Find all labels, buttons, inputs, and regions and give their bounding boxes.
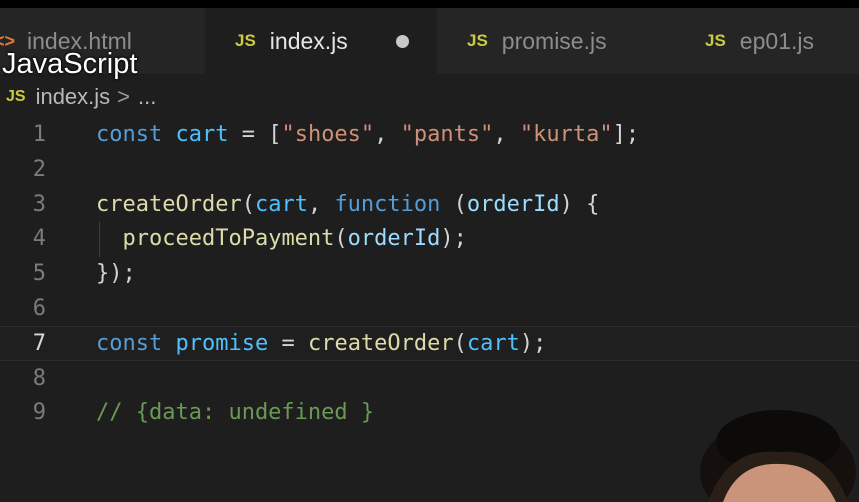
code-token: ];	[612, 122, 640, 147]
breadcrumb: JS index.js > ...	[6, 84, 156, 110]
line-number: 1	[32, 122, 46, 147]
tab-label: index.js	[269, 27, 348, 54]
tab-index-js[interactable]: JS index.js	[205, 8, 437, 74]
code-token: (	[241, 191, 255, 217]
code-token: cart	[175, 122, 229, 147]
tab-label: ep01.js	[739, 27, 814, 54]
line-number: 8	[32, 365, 46, 391]
code-text: });	[96, 256, 136, 291]
code-line[interactable]: 6	[0, 291, 859, 326]
line-number: 9	[32, 400, 46, 426]
code-token: promise	[175, 330, 269, 356]
code-text: proceedToPayment(orderId);	[96, 221, 467, 256]
tab-promise-js[interactable]: JS promise.js	[437, 8, 675, 74]
code-token: );	[440, 226, 467, 252]
code-text: const promise = createOrder(cart);	[96, 326, 546, 361]
code-token: createOrder	[96, 191, 242, 217]
code-token: proceedToPayment	[122, 226, 335, 252]
code-token: orderId	[347, 226, 441, 252]
line-number: 7	[32, 330, 46, 356]
code-token: ,	[493, 122, 520, 147]
code-text: createOrder(cart, function (orderId) {	[96, 187, 599, 222]
code-token: "pants"	[400, 122, 494, 147]
code-token: const	[96, 122, 176, 147]
presenter-webcam-image	[700, 410, 856, 502]
chevron-right-icon: >	[117, 84, 131, 109]
code-token: (	[334, 226, 348, 252]
code-token: ) {	[559, 191, 600, 217]
code-token: cart	[254, 191, 308, 217]
js-file-icon: JS	[467, 31, 488, 50]
line-number: 3	[32, 191, 46, 217]
code-token: = [	[228, 122, 282, 147]
unsaved-changes-dot-icon[interactable]	[395, 34, 409, 48]
code-token: createOrder	[307, 330, 454, 356]
code-line[interactable]: 7 const promise = createOrder(cart);	[0, 325, 859, 361]
code-token: =	[268, 330, 308, 356]
code-token: "kurta"	[519, 122, 613, 147]
code-token: orderId	[466, 191, 560, 217]
code-token: (	[453, 330, 467, 356]
window-top-strip	[0, 0, 859, 8]
code-line[interactable]: 3 createOrder(cart, function (orderId) {	[0, 187, 859, 222]
tab-ep01-js[interactable]: JS ep01.js	[675, 8, 859, 74]
breadcrumb-more[interactable]: ...	[138, 84, 156, 110]
code-line[interactable]: 8	[0, 361, 859, 396]
code-token: "shoes"	[281, 122, 375, 147]
code-token: ,	[307, 191, 335, 217]
code-text: const cart = ["shoes", "pants", "kurta"]…	[96, 117, 639, 152]
code-token: (	[453, 191, 467, 217]
code-token: );	[519, 330, 547, 356]
code-token: cart	[466, 330, 520, 356]
js-file-icon: JS	[6, 88, 26, 105]
code-line[interactable]: 5});	[0, 256, 859, 291]
code-token: const	[96, 330, 176, 356]
code-line[interactable]: 1 const cart = ["shoes", "pants", "kurta"…	[0, 117, 859, 152]
code-token: ,	[374, 122, 401, 147]
code-text: // {data: undefined }	[96, 395, 374, 430]
js-file-icon: JS	[235, 31, 256, 50]
line-number: 4	[32, 226, 46, 252]
tab-label: promise.js	[501, 27, 607, 54]
code-token: function	[334, 191, 454, 217]
code-token: // {data: undefined }	[96, 400, 375, 426]
line-number: 2	[32, 156, 46, 182]
code-line[interactable]: 4 proceedToPayment(orderId);	[0, 221, 859, 256]
line-number: 5	[32, 261, 46, 287]
video-caption-overlay: JavaScript	[2, 48, 138, 80]
breadcrumb-file[interactable]: index.js	[36, 84, 111, 110]
code-token: });	[96, 261, 136, 287]
code-line[interactable]: 2	[0, 152, 859, 187]
js-file-icon: JS	[705, 31, 726, 50]
line-number: 6	[32, 296, 46, 321]
